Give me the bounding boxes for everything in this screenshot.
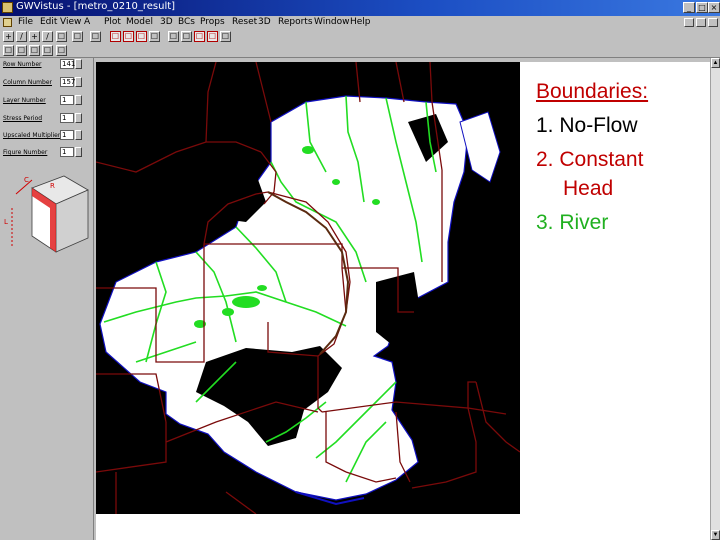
mdi-close-button[interactable] xyxy=(708,18,718,27)
menu-3d[interactable]: 3D xyxy=(160,17,173,27)
zoom-button[interactable]: ☐ xyxy=(149,31,160,42)
maximize-button[interactable]: □ xyxy=(696,2,708,13)
save-button[interactable]: + xyxy=(29,31,40,42)
column-number-label: Column Number xyxy=(3,79,52,86)
vector-button[interactable]: ☐ xyxy=(56,45,67,56)
layer-number-label: Layer Number xyxy=(3,97,46,104)
window-title: GWVistus - [metro_0210_result] xyxy=(16,1,176,12)
boundary-button[interactable]: ☐ xyxy=(194,31,205,42)
row-number-spinner[interactable] xyxy=(75,59,82,69)
cube-label-c: C xyxy=(24,176,29,184)
map-bottom-margin xyxy=(96,514,520,540)
stress-period-label: Stress Period xyxy=(3,115,43,122)
cube-label-r: R xyxy=(50,182,55,190)
menu-reports[interactable]: Reports xyxy=(278,17,313,27)
menu-3d-2[interactable]: 3D xyxy=(258,17,271,27)
menu-window[interactable]: Window xyxy=(314,17,350,27)
cut-button[interactable]: ☐ xyxy=(56,31,67,42)
river-button[interactable]: ☐ xyxy=(207,31,218,42)
layer-view-button[interactable]: ☐ xyxy=(29,45,40,56)
menu-a[interactable]: A xyxy=(84,17,90,27)
legend-item-constant-head: 2. Constant xyxy=(536,148,644,171)
paste-button[interactable]: ☐ xyxy=(90,31,101,42)
menu-bar: File Edit View A Plot Model 3D BCs Props… xyxy=(0,16,720,30)
menu-file[interactable]: File xyxy=(18,17,33,27)
figure-number-field[interactable]: 1 xyxy=(60,147,74,157)
stress-period-field[interactable]: 1 xyxy=(60,113,74,123)
menu-help[interactable]: Help xyxy=(350,17,371,27)
print-button[interactable]: / xyxy=(42,31,53,42)
vertical-scrollbar[interactable]: ▲ ▼ xyxy=(710,58,720,540)
menu-plot[interactable]: Plot xyxy=(104,17,121,27)
row-number-field[interactable]: 141 xyxy=(60,59,75,69)
copy-button[interactable]: ☐ xyxy=(72,31,83,42)
layer-number-spinner[interactable] xyxy=(75,95,82,105)
menu-reset[interactable]: Reset xyxy=(232,17,257,27)
menu-model[interactable]: Model xyxy=(126,17,153,27)
menu-props[interactable]: Props xyxy=(200,17,225,27)
model-grid-map[interactable] xyxy=(96,62,520,514)
cube-label-l: L xyxy=(4,218,8,226)
stress-period-spinner[interactable] xyxy=(75,113,82,123)
column-number-spinner[interactable] xyxy=(75,77,82,87)
menu-bcs[interactable]: BCs xyxy=(178,17,195,27)
document-icon[interactable] xyxy=(3,18,12,27)
scroll-up-button[interactable]: ▲ xyxy=(711,58,720,68)
close-button[interactable]: × xyxy=(708,2,720,13)
layer-number-field[interactable]: 1 xyxy=(60,95,74,105)
layer-tool-button[interactable]: ☐ xyxy=(136,31,147,42)
cell-tool-button[interactable]: ☐ xyxy=(123,31,134,42)
scroll-down-button[interactable]: ▼ xyxy=(711,530,720,540)
select-button[interactable]: ☐ xyxy=(181,31,192,42)
legend-title: Boundaries: xyxy=(536,80,649,103)
pan-button[interactable]: ☐ xyxy=(168,31,179,42)
toolbar: + / + / ☐ ☐ ☐ ☐ ☐ ☐ ☐ ☐ ☐ ☐ ☐ ☐ ☐ ☐ ☐ ☐ … xyxy=(0,30,720,58)
upscaled-multiplier-field[interactable]: 1 xyxy=(60,130,74,140)
legend-item-no-flow: 1. No-Flow xyxy=(536,114,638,137)
upscaled-multiplier-label: Upscaled Multiplier xyxy=(3,132,61,139)
parameter-panel: Row Number 141 Column Number 157 Layer N… xyxy=(0,58,94,540)
cube-orientation-icon[interactable]: C R L xyxy=(2,168,92,260)
app-icon xyxy=(2,2,13,13)
well-button[interactable]: ☐ xyxy=(220,31,231,42)
grid-tool-button[interactable]: ☐ xyxy=(110,31,121,42)
contour-button[interactable]: ☐ xyxy=(42,45,53,56)
open-button[interactable]: / xyxy=(16,31,27,42)
minimize-button[interactable]: _ xyxy=(683,2,695,13)
column-view-button[interactable]: ☐ xyxy=(16,45,27,56)
mdi-restore-button[interactable] xyxy=(696,18,706,27)
figure-number-label: Figure Number xyxy=(3,149,48,156)
upscaled-multiplier-spinner[interactable] xyxy=(75,130,82,140)
figure-number-spinner[interactable] xyxy=(75,147,82,157)
menu-edit[interactable]: Edit xyxy=(40,17,57,27)
row-view-button[interactable]: ☐ xyxy=(3,45,14,56)
row-number-label: Row Number xyxy=(3,61,42,68)
column-number-field[interactable]: 157 xyxy=(60,77,75,87)
mdi-minimize-button[interactable] xyxy=(684,18,694,27)
legend-item-river: 3. River xyxy=(536,211,609,234)
menu-view[interactable]: View xyxy=(60,17,81,27)
legend-item-constant-head-cont: Head xyxy=(563,177,614,200)
new-button[interactable]: + xyxy=(3,31,14,42)
title-bar[interactable]: GWVistus - [metro_0210_result] _ □ × xyxy=(0,0,720,16)
